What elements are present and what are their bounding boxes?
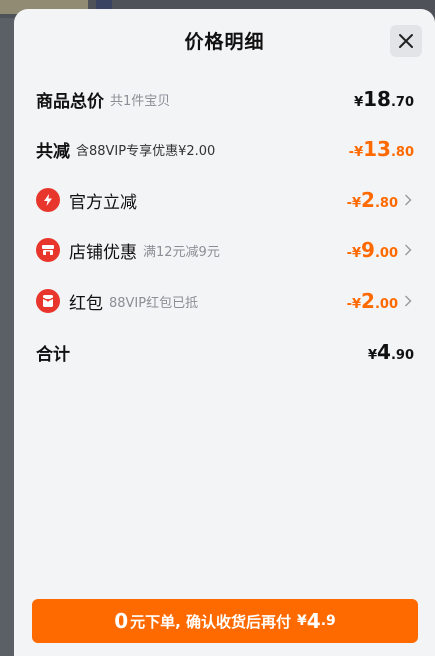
sheet-header: 价格明细: [14, 9, 435, 75]
cta-zero: 0: [114, 609, 129, 633]
red-packet-label: 红包: [69, 293, 103, 314]
price-detail-sheet: 价格明细 商品总价 共1件宝贝 ¥18.70 共减 含88VIP专享优惠¥2.0…: [14, 9, 435, 656]
official-discount-row[interactable]: 官方立减 -¥ 2.80: [36, 185, 414, 215]
cta-price-int: 4: [306, 609, 321, 633]
store-icon: [36, 238, 60, 262]
close-button[interactable]: [390, 25, 422, 57]
cta-text: 元下单, 确认收货后再付: [130, 612, 292, 631]
chevron-right-icon: [402, 243, 414, 257]
cta-price-dec: .9: [320, 613, 336, 629]
official-discount-amount: -¥ 2.80: [346, 188, 398, 212]
store-discount-label: 店铺优惠: [69, 242, 137, 263]
official-discount-label: 官方立减: [69, 192, 137, 213]
place-order-button[interactable]: 0 元下单, 确认收货后再付 ¥ 4 .9: [32, 599, 418, 643]
red-packet-row[interactable]: 红包 88VIP红包已抵 -¥ 2.00: [36, 286, 414, 316]
store-discount-row[interactable]: 店铺优惠 满12元减9元 -¥ 9.00: [36, 235, 414, 265]
cta-currency: ¥: [297, 613, 307, 629]
store-discount-amount: -¥ 9.00: [346, 238, 398, 262]
chevron-right-icon: [402, 294, 414, 308]
goods-total-row: 商品总价 共1件宝贝 ¥18.70: [36, 84, 414, 114]
goods-total-amount: ¥18.70: [354, 87, 414, 111]
vip-discount-note: 含88VIP专享优惠¥2.00: [76, 143, 216, 159]
total-reduce-row: 共减 含88VIP专享优惠¥2.00 -¥ 13.80: [36, 134, 414, 164]
store-discount-rule: 满12元减9元: [143, 244, 220, 260]
sum-amount: ¥4.90: [368, 340, 414, 364]
lightning-icon: [36, 188, 60, 212]
chevron-right-icon: [402, 193, 414, 207]
sum-row: 合计 ¥4.90: [36, 337, 414, 367]
sheet-title: 价格明细: [184, 31, 265, 53]
close-icon: [399, 34, 413, 48]
total-reduce-label: 共减: [36, 141, 70, 162]
goods-count: 共1件宝贝: [110, 93, 171, 109]
red-packet-amount: -¥ 2.00: [346, 289, 398, 313]
red-packet-icon: [36, 289, 60, 313]
goods-total-label: 商品总价: [36, 91, 104, 112]
sum-label: 合计: [36, 344, 70, 365]
red-packet-note: 88VIP红包已抵: [109, 295, 199, 311]
total-reduce-amount: -¥ 13.80: [348, 137, 414, 161]
